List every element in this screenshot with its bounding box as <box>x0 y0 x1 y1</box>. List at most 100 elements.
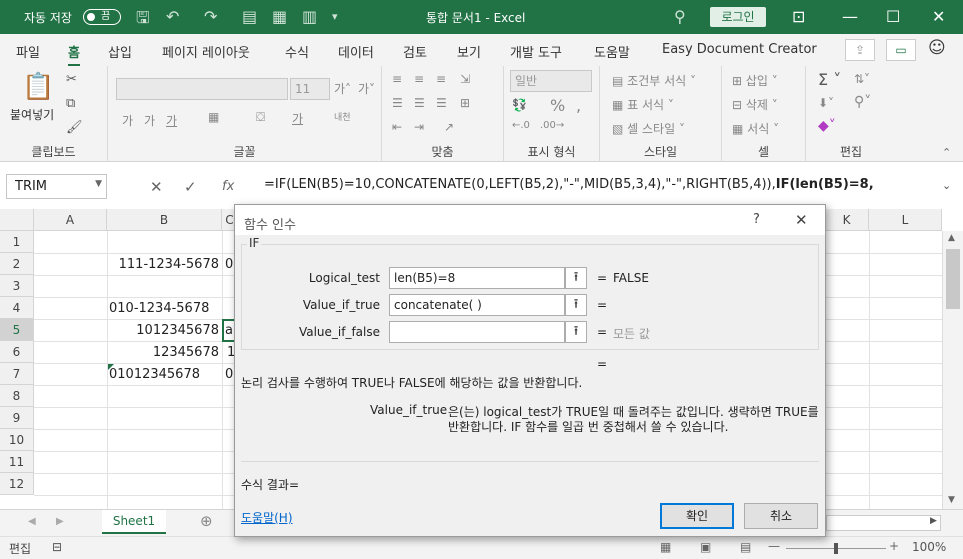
row-header[interactable]: 3 <box>0 275 34 297</box>
close-icon[interactable]: ✕ <box>932 7 945 26</box>
sort-filter-icon[interactable]: ⇅˅ <box>854 72 870 86</box>
format-cells-button[interactable]: ▦ 서식 ˅ <box>732 120 779 137</box>
customize-qat-icon[interactable]: ▾ <box>332 10 338 23</box>
align-middle-icon[interactable]: ≡ <box>414 72 424 86</box>
format-painter-icon[interactable]: 🖌 <box>66 120 83 135</box>
cut-icon[interactable]: ✂ <box>66 72 77 87</box>
tab-developer[interactable]: 개발 도구 <box>510 42 562 61</box>
collapse-dialog-icon[interactable]: ⭱ <box>565 267 587 289</box>
cell-styles-button[interactable]: ▧ 셀 스타일 ˅ <box>612 120 685 137</box>
paste-button[interactable]: 붙여넣기 <box>10 106 54 123</box>
zoom-slider-thumb[interactable] <box>834 543 838 554</box>
name-box-dropdown-icon[interactable]: ▼ <box>95 179 102 189</box>
value-if-true-input[interactable]: concatenate( ) <box>389 294 565 316</box>
format-table-button[interactable]: ▦ 표 서식 ˅ <box>612 96 674 113</box>
select-all-corner[interactable] <box>0 209 34 231</box>
redo-icon[interactable]: ↷ <box>204 7 217 26</box>
enter-formula-icon[interactable]: ✓ <box>184 178 197 196</box>
tab-page-layout[interactable]: 페이지 레이아웃 <box>162 42 250 61</box>
tab-home[interactable]: 홈 <box>68 42 80 67</box>
underline-icon[interactable]: 가 <box>166 112 177 129</box>
smiley-icon[interactable]: ☺ <box>928 38 946 58</box>
increase-indent-icon[interactable]: ⇥ <box>414 120 424 134</box>
scroll-right-icon[interactable]: ▶ <box>930 516 937 526</box>
row-header[interactable]: 9 <box>0 407 34 429</box>
tab-formulas[interactable]: 수식 <box>285 42 309 61</box>
vertical-scroll-thumb[interactable] <box>946 249 960 309</box>
collapse-dialog-icon[interactable]: ⭱ <box>565 321 587 343</box>
fill-color-icon[interactable]: ⛋ <box>256 110 265 125</box>
delete-cells-button[interactable]: ⊟ 삭제 ˅ <box>732 96 778 113</box>
conditional-format-button[interactable]: ▤ 조건부 서식 ˅ <box>612 72 696 89</box>
phonetic-icon[interactable]: 내천 <box>334 110 351 123</box>
column-header-b[interactable]: B <box>107 209 222 231</box>
row-header[interactable]: 8 <box>0 385 34 407</box>
collapse-ribbon-icon[interactable]: ⌃ <box>942 146 951 159</box>
prev-sheet-icon[interactable]: ◀ <box>28 516 36 527</box>
align-bottom-icon[interactable]: ≡ <box>436 72 446 86</box>
percent-icon[interactable]: % <box>550 96 565 115</box>
wrap-text-icon[interactable]: ⇲ <box>460 72 470 86</box>
zoom-level[interactable]: 100% <box>912 540 946 554</box>
expand-formula-icon[interactable]: ⌄ <box>942 179 951 192</box>
align-right-icon[interactable]: ☰ <box>436 96 447 110</box>
insert-function-icon[interactable]: fx <box>222 179 234 194</box>
cell-c7[interactable]: 0 <box>225 364 233 386</box>
share-icon[interactable]: ⇪ <box>845 39 875 61</box>
tab-view[interactable]: 보기 <box>457 42 481 61</box>
cell-b5[interactable]: 1012345678 <box>107 320 219 342</box>
next-sheet-icon[interactable]: ▶ <box>56 516 64 527</box>
increase-decimal-icon[interactable]: ←.0 <box>512 120 530 131</box>
font-size-dropdown[interactable]: 11 <box>290 78 330 100</box>
tab-review[interactable]: 검토 <box>403 42 427 61</box>
maximize-icon[interactable]: ☐ <box>886 7 900 26</box>
tab-easy-document-creator[interactable]: Easy Document Creator <box>662 42 817 57</box>
insert-cells-button[interactable]: ⊞ 삽입 ˅ <box>732 72 778 89</box>
dialog-help-button[interactable]: ? <box>753 212 760 227</box>
horizontal-scrollbar[interactable] <box>826 515 941 531</box>
tab-help[interactable]: 도움말 <box>594 42 630 61</box>
merge-icon[interactable]: ⊞ <box>460 96 470 110</box>
find-icon[interactable]: ⚲˅ <box>854 94 871 110</box>
ok-button[interactable]: 확인 <box>660 503 734 529</box>
form-icon[interactable]: ▤ <box>242 7 257 26</box>
font-name-dropdown[interactable] <box>116 78 288 100</box>
cell-c5[interactable]: a <box>225 320 233 342</box>
formula-input[interactable]: =IF(LEN(B5)=10,CONCATENATE(0,LEFT(B5,2),… <box>264 177 874 192</box>
orientation-icon[interactable]: ↗ <box>444 120 454 134</box>
undo-icon[interactable]: ↶ <box>166 7 179 26</box>
align-top-icon[interactable]: ≡ <box>392 72 402 86</box>
cell-b4[interactable]: 010-1234-5678 <box>109 298 209 320</box>
add-sheet-icon[interactable]: ⊕ <box>200 512 213 530</box>
search-icon[interactable]: ⚲ <box>674 7 686 26</box>
row-header[interactable]: 6 <box>0 341 34 363</box>
row-header[interactable]: 1 <box>0 231 34 253</box>
grow-font-icon[interactable]: 가˄ <box>334 80 351 97</box>
tab-file[interactable]: 파일 <box>16 42 40 61</box>
macro-record-icon[interactable]: ⊟ <box>52 540 62 554</box>
zoom-out-icon[interactable]: — <box>768 539 780 553</box>
help-link[interactable]: 도움말(H) <box>241 509 293 526</box>
decrease-indent-icon[interactable]: ⇤ <box>392 120 402 134</box>
autosum-icon[interactable]: Σ ˅ <box>818 70 841 89</box>
page-break-view-icon[interactable]: ▤ <box>740 540 751 554</box>
cell-b6[interactable]: 12345678 <box>107 342 219 364</box>
accounting-icon[interactable]: 💱 <box>512 98 527 112</box>
copy-icon[interactable]: ⧉ <box>66 96 75 111</box>
normal-view-icon[interactable]: ▦ <box>660 540 671 554</box>
font-color-icon[interactable]: 가 <box>292 110 303 127</box>
row-header[interactable]: 2 <box>0 253 34 275</box>
row-header[interactable]: 5 <box>0 319 34 341</box>
align-center-icon[interactable]: ☰ <box>414 96 425 110</box>
row-header[interactable]: 7 <box>0 363 34 385</box>
scroll-up-icon[interactable]: ▲ <box>948 233 955 243</box>
vertical-scrollbar[interactable]: ▲ ▼ <box>942 231 963 509</box>
paste-icon[interactable]: 📋 <box>22 72 54 102</box>
dialog-close-icon[interactable]: ✕ <box>795 211 808 229</box>
sheet-tab-sheet1[interactable]: Sheet1 <box>102 510 166 534</box>
decrease-decimal-icon[interactable]: .00→ <box>540 120 564 131</box>
row-header[interactable]: 10 <box>0 429 34 451</box>
border-icon[interactable]: ▦ <box>208 110 219 124</box>
comma-icon[interactable]: , <box>576 96 581 115</box>
collapse-dialog-icon[interactable]: ⭱ <box>565 294 587 316</box>
